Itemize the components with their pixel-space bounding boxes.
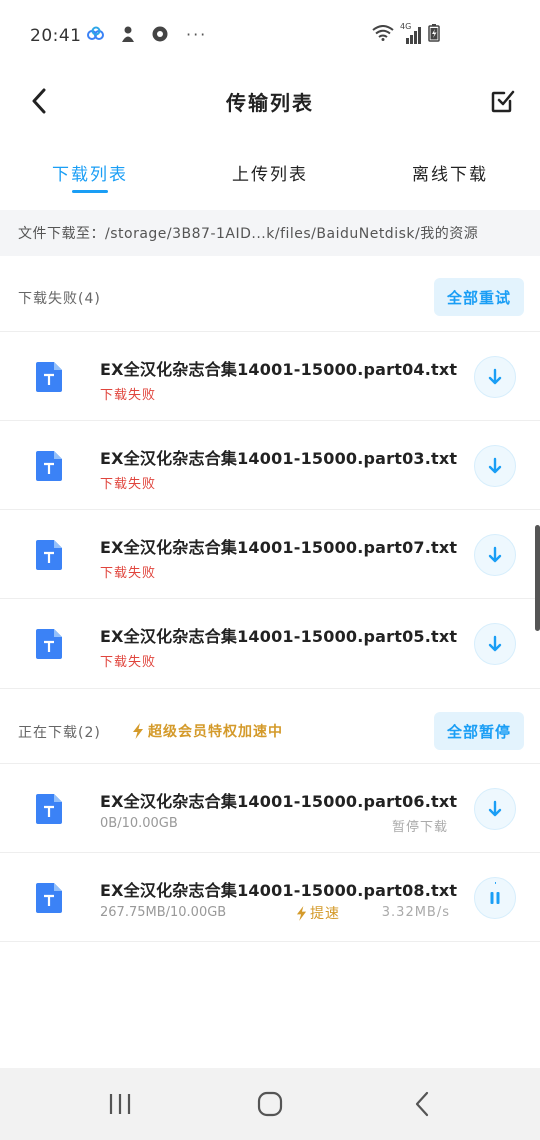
download-path-text: 文件下载至：/storage/3B87-1AID...k/files/Baidu… [18, 226, 479, 242]
list-item[interactable]: EX全汉化杂志合集14001-15000.part04.txt 下载失败 [0, 331, 540, 421]
download-arrow-icon [488, 457, 502, 474]
download-speed: 3.32MB/s [381, 905, 450, 920]
list-item[interactable]: EX全汉化杂志合集14001-15000.part03.txt 下载失败 [0, 420, 540, 510]
list-end-divider [0, 941, 540, 942]
system-back-button[interactable] [402, 1086, 442, 1122]
pause-download-button[interactable] [474, 877, 516, 919]
download-button[interactable] [474, 623, 516, 665]
download-arrow-icon [488, 546, 502, 563]
vip-note-text: 超级会员特权加速中 [148, 724, 283, 740]
file-name: EX全汉化杂志合集14001-15000.part05.txt [100, 627, 458, 646]
speed-boost-label[interactable]: 提速 [296, 903, 340, 923]
txt-file-icon [36, 629, 62, 659]
recent-apps-icon [109, 1094, 131, 1114]
page-title: 传输列表 [226, 91, 314, 115]
wifi-icon [372, 25, 394, 45]
downloading-section-header: 正在下载(2) 超级会员特权加速中 全部暂停 [0, 688, 540, 763]
tab-download-list[interactable]: 下载列表 [20, 160, 160, 185]
pause-progress-icon [490, 882, 500, 904]
download-path-bar[interactable]: 文件下载至：/storage/3B87-1AID...k/files/Baidu… [0, 210, 540, 256]
txt-file-icon [36, 794, 62, 824]
download-button[interactable] [474, 356, 516, 398]
lightning-icon [296, 905, 307, 921]
sync-icon [150, 24, 170, 44]
status-text: 下载失败 [100, 477, 157, 492]
resume-download-button[interactable] [474, 788, 516, 830]
system-nav-bar [0, 1068, 540, 1140]
tab-upload-list[interactable]: 上传列表 [200, 160, 340, 185]
lightning-icon [133, 723, 143, 739]
transfer-tabs: 下载列表 上传列表 离线下载 [0, 148, 540, 208]
list-item[interactable]: EX全汉化杂志合集14001-15000.part07.txt 下载失败 [0, 509, 540, 599]
active-tab-indicator [72, 190, 108, 193]
back-chevron-icon [415, 1091, 429, 1117]
multi-select-icon [491, 90, 515, 113]
signal-icon: 4G [400, 22, 422, 44]
txt-file-icon [36, 451, 62, 481]
speed-boost-text: 提速 [310, 906, 340, 922]
paused-state-text: 暂停下载 [391, 820, 448, 835]
file-name: EX全汉化杂志合集14001-15000.part08.txt [100, 881, 458, 900]
pause-all-button[interactable]: 全部暂停 [434, 712, 524, 750]
list-item[interactable]: EX全汉化杂志合集14001-15000.part06.txt 0B/10.00… [0, 763, 540, 853]
progress-text: 0B/10.00GB [100, 816, 178, 831]
retry-all-button[interactable]: 全部重试 [434, 278, 524, 316]
list-item[interactable]: EX全汉化杂志合集14001-15000.part05.txt 下载失败 [0, 598, 540, 688]
download-arrow-icon [488, 800, 502, 817]
progress-text: 267.75MB/10.00GB [100, 905, 227, 920]
status-text: 下载失败 [100, 566, 157, 581]
status-text: 下载失败 [100, 655, 157, 670]
vip-acceleration-note: 超级会员特权加速中 [132, 721, 283, 741]
notification-app-icon [118, 24, 138, 44]
status-text: 下载失败 [100, 388, 157, 403]
title-bar: 传输列表 [0, 70, 540, 132]
scrollbar-handle[interactable] [535, 525, 540, 631]
status-time: 20:41 [30, 26, 82, 46]
home-button[interactable] [250, 1086, 290, 1122]
more-notifications-icon: ··· [186, 24, 208, 44]
download-button[interactable] [474, 534, 516, 576]
cloud-app-icon [86, 24, 106, 44]
battery-icon [428, 24, 440, 46]
home-icon [257, 1091, 283, 1117]
download-arrow-icon [488, 635, 502, 652]
download-button[interactable] [474, 445, 516, 487]
downloading-section-label: 正在下载(2) [18, 725, 101, 741]
file-name: EX全汉化杂志合集14001-15000.part04.txt [100, 360, 458, 379]
file-name: EX全汉化杂志合集14001-15000.part06.txt [100, 792, 458, 811]
failed-section-header: 下载失败(4) 全部重试 [0, 258, 540, 332]
file-name: EX全汉化杂志合集14001-15000.part07.txt [100, 538, 458, 557]
download-arrow-icon [488, 368, 502, 385]
file-name: EX全汉化杂志合集14001-15000.part03.txt [100, 449, 458, 468]
recent-apps-button[interactable] [100, 1086, 140, 1122]
multi-select-button[interactable] [486, 84, 520, 118]
tab-offline-download[interactable]: 离线下载 [380, 160, 520, 185]
list-item[interactable]: EX全汉化杂志合集14001-15000.part08.txt 267.75MB… [0, 852, 540, 942]
failed-section-label: 下载失败(4) [18, 291, 101, 307]
txt-file-icon [36, 540, 62, 570]
txt-file-icon [36, 362, 62, 392]
txt-file-icon [36, 883, 62, 913]
status-bar: 20:41 ··· 4G [0, 0, 540, 70]
